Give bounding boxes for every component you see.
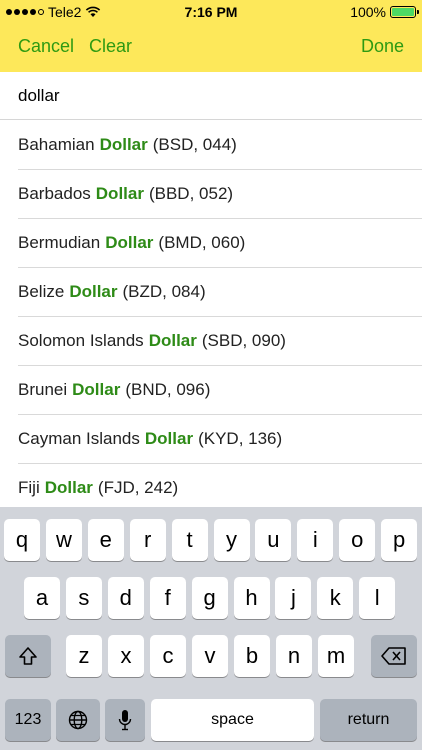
key-o[interactable]: o — [339, 519, 376, 561]
clear-button[interactable]: Clear — [89, 36, 132, 57]
key-j[interactable]: j — [275, 577, 312, 619]
result-row[interactable]: Barbados Dollar (BBD, 052) — [18, 170, 422, 219]
key-g[interactable]: g — [191, 577, 228, 619]
key-h[interactable]: h — [233, 577, 270, 619]
search-input[interactable] — [18, 84, 398, 108]
result-row[interactable]: Belize Dollar (BZD, 084) — [18, 268, 422, 317]
result-row[interactable]: Solomon Islands Dollar (SBD, 090) — [18, 317, 422, 366]
result-match: Dollar — [44, 478, 93, 497]
result-match: Dollar — [69, 282, 118, 301]
globe-icon — [68, 710, 88, 730]
microphone-icon — [118, 710, 132, 731]
result-row[interactable]: Cayman Islands Dollar (KYD, 136) — [18, 415, 422, 464]
dictation-key[interactable] — [105, 699, 145, 741]
result-prefix: Brunei — [18, 380, 68, 399]
top-bar: Tele2 7:16 PM 100% Cancel Clear Done — [0, 0, 422, 72]
key-d[interactable]: d — [107, 577, 144, 619]
shift-key[interactable] — [5, 635, 51, 677]
done-button[interactable]: Done — [361, 36, 404, 57]
status-right: 100% — [350, 4, 419, 20]
key-r[interactable]: r — [129, 519, 166, 561]
result-suffix: (FJD, 242) — [97, 478, 179, 497]
key-t[interactable]: t — [171, 519, 208, 561]
key-l[interactable]: l — [359, 577, 396, 619]
result-suffix: (BZD, 084) — [122, 282, 206, 301]
result-row[interactable]: Bermudian Dollar (BMD, 060) — [18, 219, 422, 268]
result-match: Dollar — [95, 184, 144, 203]
key-x[interactable]: x — [108, 635, 144, 677]
result-prefix: Fiji — [18, 478, 40, 497]
return-key[interactable]: return — [320, 699, 417, 741]
result-match: Dollar — [144, 429, 194, 448]
globe-key[interactable] — [56, 699, 100, 741]
result-prefix: Cayman Islands — [18, 429, 140, 448]
numbers-key[interactable]: 123 — [5, 699, 51, 741]
key-w[interactable]: w — [45, 519, 82, 561]
result-suffix: (BMD, 060) — [158, 233, 246, 252]
delete-key[interactable] — [371, 635, 417, 677]
result-prefix: Barbados — [18, 184, 91, 203]
result-match: Dollar — [99, 135, 148, 154]
key-n[interactable]: n — [276, 635, 312, 677]
result-prefix: Bahamian — [18, 135, 95, 154]
key-q[interactable]: q — [4, 519, 40, 561]
search-bar — [0, 72, 422, 120]
result-match: Dollar — [148, 331, 197, 350]
screen: Tele2 7:16 PM 100% Cancel Clear Done Bah… — [0, 0, 422, 750]
result-suffix: (BSD, 044) — [152, 135, 237, 154]
key-a[interactable]: a — [24, 577, 60, 619]
result-match: Dollar — [72, 380, 121, 399]
result-suffix: (SBD, 090) — [201, 331, 286, 350]
result-prefix: Solomon Islands — [18, 331, 144, 350]
result-prefix: Bermudian — [18, 233, 101, 252]
key-i[interactable]: i — [297, 519, 334, 561]
key-c[interactable]: c — [150, 635, 186, 677]
keyboard: 123 space return qwertyuiop asdfghjkl zxcv… — [0, 507, 422, 750]
backspace-icon — [381, 647, 406, 665]
key-k[interactable]: k — [317, 577, 354, 619]
result-suffix: (BND, 096) — [125, 380, 211, 399]
key-s[interactable]: s — [65, 577, 102, 619]
key-v[interactable]: v — [192, 635, 228, 677]
status-bar: Tele2 7:16 PM 100% — [0, 0, 422, 24]
result-suffix: (BBD, 052) — [148, 184, 234, 203]
key-m[interactable]: m — [318, 635, 354, 677]
result-match: Dollar — [105, 233, 154, 252]
key-y[interactable]: y — [213, 519, 250, 561]
key-f[interactable]: f — [149, 577, 186, 619]
battery-icon — [390, 6, 419, 18]
result-row[interactable]: Fiji Dollar (FJD, 242) — [18, 464, 422, 507]
results-list: Bahamian Dollar (BSD, 044) Barbados Dollar (B… — [0, 121, 422, 507]
result-prefix: Belize — [18, 282, 65, 301]
result-row[interactable]: Bahamian Dollar (BSD, 044) — [18, 121, 422, 170]
key-e[interactable]: e — [87, 519, 124, 561]
navigation-bar: Cancel Clear Done — [0, 28, 422, 68]
cancel-button[interactable]: Cancel — [18, 36, 74, 57]
key-b[interactable]: b — [234, 635, 270, 677]
result-row[interactable]: Brunei Dollar (BND, 096) — [18, 366, 422, 415]
space-key[interactable]: space — [151, 699, 314, 741]
battery-percent: 100% — [350, 4, 386, 20]
shift-icon — [19, 647, 37, 665]
result-suffix: (KYD, 136) — [198, 429, 283, 448]
key-u[interactable]: u — [255, 519, 292, 561]
key-z[interactable]: z — [66, 635, 102, 677]
key-p[interactable]: p — [381, 519, 418, 561]
